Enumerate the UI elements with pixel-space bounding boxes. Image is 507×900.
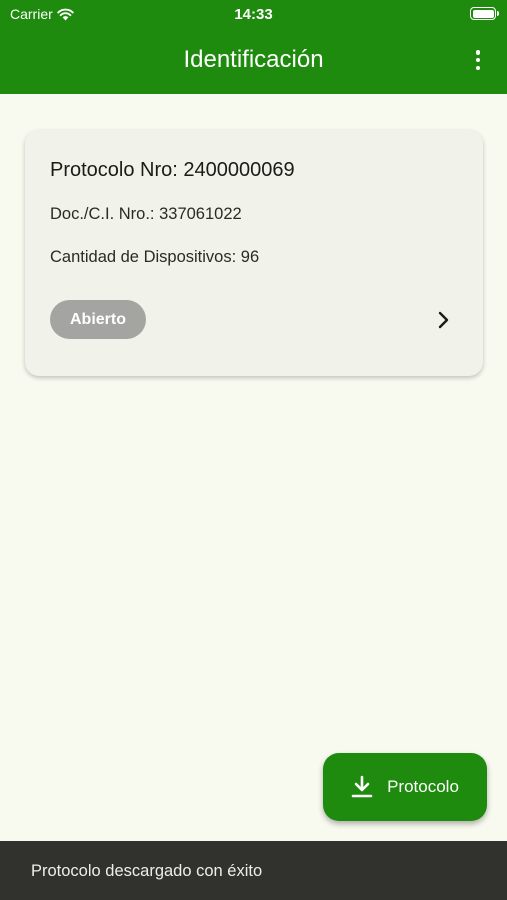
fab-label: Protocolo [387,777,459,796]
app-bar: Carrier 14:33 Identificación [0,0,507,94]
document-number: Doc./C.I. Nro.: 337061022 [50,205,242,223]
device-count: Cantidad de Dispositivos: 96 [50,248,260,266]
status-bar: Carrier 14:33 [0,0,507,28]
protocol-card[interactable]: Protocolo Nro: 2400000069 Doc./C.I. Nro.… [25,130,483,376]
download-icon [351,775,373,798]
protocol-number: Protocolo Nro: 2400000069 [50,159,295,181]
page-title: Identificación [183,46,324,73]
download-protocol-button[interactable]: Protocolo [323,753,487,821]
snackbar-message: Protocolo descargado con éxito [31,862,263,880]
battery-icon [470,7,499,20]
status-badge: Abierto [50,300,146,339]
status-time: 14:33 [234,6,273,23]
more-vertical-icon[interactable] [467,49,489,71]
chevron-right-icon[interactable] [435,310,453,330]
snackbar: Protocolo descargado con éxito [0,841,507,900]
